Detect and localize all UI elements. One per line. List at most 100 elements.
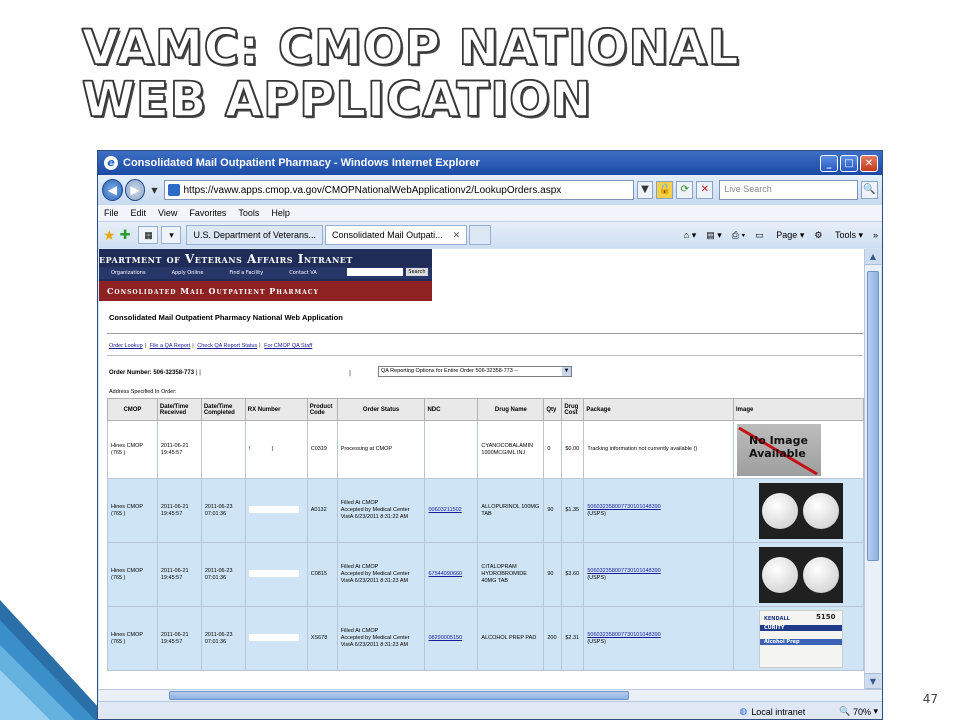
va-link-organizations[interactable]: Organizations bbox=[111, 270, 146, 276]
zoom-level[interactable]: 70% bbox=[853, 707, 871, 717]
va-search-button[interactable]: Search bbox=[406, 268, 428, 276]
hscroll-thumb[interactable] bbox=[169, 691, 629, 700]
cell-completed: 2011-06-23 07:01:36 bbox=[200, 478, 246, 543]
cell-qty: 90 bbox=[543, 478, 563, 543]
menu-view[interactable]: View bbox=[158, 208, 177, 218]
address-dropdown-icon[interactable]: ▼ bbox=[636, 181, 654, 199]
close-button[interactable]: ✕ bbox=[860, 154, 878, 172]
package-tracking-link[interactable]: 506032358007730101048390 bbox=[587, 504, 660, 510]
cell-package: 506032358007730101048390 (USPS) bbox=[583, 542, 734, 607]
tools-menu-button[interactable]: ⚙ Tools ▾ bbox=[814, 230, 863, 241]
va-link-apply-online[interactable]: Apply Online bbox=[172, 270, 204, 276]
cell-cost: $3.60 bbox=[561, 542, 585, 607]
new-tab-button[interactable] bbox=[469, 225, 492, 245]
vertical-scrollbar[interactable]: ▲ ▼ bbox=[864, 249, 881, 689]
cell-package: 506032358007730101048390 (USPS) bbox=[583, 606, 734, 671]
search-icon[interactable]: 🔍 bbox=[861, 181, 879, 199]
qa-options-value: QA Reporting Options for Entire Order 50… bbox=[381, 368, 518, 374]
tab-va[interactable]: U.S. Department of Veterans... bbox=[186, 225, 324, 245]
url-field[interactable]: https://vaww.apps.cmop.va.gov/CMOPNation… bbox=[163, 180, 634, 200]
col-rx-number: RX Number bbox=[244, 398, 308, 421]
tab-list-icon[interactable]: ▾ bbox=[161, 226, 182, 244]
forward-button[interactable]: ▶ bbox=[124, 179, 146, 201]
divider bbox=[107, 355, 863, 356]
link-cmop-qa-staff[interactable]: For CMOP QA Staff bbox=[264, 343, 312, 349]
scroll-thumb[interactable] bbox=[867, 271, 879, 561]
cell-ndc: 08290005150 bbox=[424, 606, 479, 671]
menu-file[interactable]: File bbox=[104, 208, 119, 218]
ndc-link[interactable]: 00603211502 bbox=[428, 507, 461, 513]
table-row: Hines CMOP (765 ) 2011-06-21 19:45:57 20… bbox=[107, 478, 864, 543]
link-file-qa-report[interactable]: File a QA Report bbox=[150, 343, 191, 349]
chevron-right-icon[interactable]: » bbox=[873, 230, 878, 240]
cell-image bbox=[733, 542, 864, 607]
order-number-label: Order Number: 506-32358-773 bbox=[109, 370, 195, 376]
cell-drug: CYANOCOBALAMIN 1000MCG/ML INJ bbox=[477, 420, 545, 479]
chevron-down-icon[interactable]: ▼ bbox=[562, 367, 571, 376]
minimize-button[interactable]: _ bbox=[820, 154, 838, 172]
lock-icon[interactable]: 🔒 bbox=[656, 181, 674, 199]
slide-decoration bbox=[0, 600, 110, 720]
col-received: Date/Time Received bbox=[156, 398, 202, 421]
close-tab-icon[interactable]: ✕ bbox=[453, 230, 461, 241]
qa-options-select[interactable]: QA Reporting Options for Entire Order 50… bbox=[378, 366, 572, 377]
slide-title-line2: WEB APPLICATION bbox=[81, 72, 593, 128]
menu-help[interactable]: Help bbox=[271, 208, 290, 218]
separator: | bbox=[349, 370, 352, 377]
rx-redacted bbox=[248, 505, 299, 513]
table-row: Hines CMOP (765 ) 2011-06-21 19:45:57 ! … bbox=[107, 420, 864, 479]
no-image-placeholder: No Image Available bbox=[737, 423, 821, 476]
col-order-status: Order Status bbox=[336, 398, 426, 421]
tab-cmop[interactable]: Consolidated Mail Outpati... ✕ bbox=[325, 225, 468, 245]
cell-received: 2011-06-21 19:45:57 bbox=[156, 542, 202, 607]
window-titlebar: e Consolidated Mail Outpatient Pharmacy … bbox=[98, 151, 882, 175]
favorites-star-icon[interactable]: ★ bbox=[103, 227, 116, 244]
va-banner: epartment of Veterans Affairs Intranet O… bbox=[99, 249, 432, 301]
ndc-link[interactable]: 67544090660 bbox=[428, 571, 462, 577]
history-dropdown-icon[interactable]: ▼ bbox=[151, 186, 157, 195]
tab-va-label: U.S. Department of Veterans... bbox=[193, 230, 317, 240]
scroll-up-icon[interactable]: ▲ bbox=[865, 249, 881, 265]
va-search-input[interactable] bbox=[347, 268, 403, 276]
ie-icon: e bbox=[104, 156, 118, 170]
horizontal-scrollbar[interactable] bbox=[99, 689, 882, 701]
feeds-icon[interactable]: ▤ ▾ bbox=[706, 230, 722, 241]
print-icon[interactable]: ⎙ ▾ bbox=[732, 230, 745, 241]
carrier: (USPS) bbox=[587, 638, 606, 645]
table-row: Hines CMOP (765 ) 2011-06-21 19:45:57 20… bbox=[107, 606, 864, 671]
back-button[interactable]: ◀ bbox=[102, 179, 123, 201]
page-menu-button[interactable]: ▭ Page ▾ bbox=[755, 230, 804, 241]
link-order-lookup[interactable]: Order Lookup bbox=[109, 343, 143, 349]
zoom-dropdown-icon[interactable]: ▾ bbox=[871, 706, 878, 717]
maximize-button[interactable]: □ bbox=[840, 154, 858, 172]
package-tracking-link[interactable]: 506032358007730101048390 bbox=[587, 632, 660, 638]
scroll-down-icon[interactable]: ▼ bbox=[865, 673, 881, 689]
cell-image: KENDALL CURITY Alcohol Prep 5150 bbox=[733, 606, 864, 671]
add-favorite-icon[interactable]: ✚ bbox=[120, 227, 131, 243]
quick-tabs-icon[interactable]: ▦ bbox=[138, 226, 159, 244]
va-link-find-facility[interactable]: Find a Facility bbox=[229, 270, 263, 276]
link-check-qa-status[interactable]: Check QA Report Status bbox=[197, 343, 257, 349]
refresh-button[interactable]: ⟳ bbox=[676, 181, 694, 199]
ndc-link[interactable]: 08290005150 bbox=[428, 635, 462, 641]
zoom-icon[interactable]: 🔍 bbox=[839, 706, 853, 717]
home-icon[interactable]: ⌂ ▾ bbox=[684, 230, 696, 241]
label-line-2: CURITY bbox=[764, 624, 785, 631]
search-input[interactable]: Live Search bbox=[719, 180, 859, 200]
browser-window: e Consolidated Mail Outpatient Pharmacy … bbox=[97, 150, 883, 720]
tab-cmop-label: Consolidated Mail Outpati... bbox=[332, 230, 443, 240]
menu-edit[interactable]: Edit bbox=[131, 208, 147, 218]
cell-status: Filled At CMOP Accepted by Medical Cente… bbox=[336, 542, 426, 607]
menu-tools[interactable]: Tools bbox=[238, 208, 259, 218]
pill bbox=[803, 492, 839, 529]
cell-rx bbox=[244, 478, 308, 543]
cell-cost: $0.00 bbox=[561, 420, 585, 479]
page-heading: Consolidated Mail Outpatient Pharmacy Na… bbox=[109, 313, 343, 322]
va-link-contact[interactable]: Contact VA bbox=[289, 270, 317, 276]
package-tracking-link[interactable]: 506032358007730101048390 bbox=[587, 568, 660, 574]
slide: VAMC: CMOP NATIONAL WEB APPLICATION e Co… bbox=[0, 0, 960, 720]
stop-button[interactable]: ✕ bbox=[696, 181, 714, 199]
favorites-bar: ★ ✚ ▦ ▾ U.S. Department of Veterans... C… bbox=[98, 222, 882, 248]
menu-favorites[interactable]: Favorites bbox=[189, 208, 226, 218]
orders-table: CMOP Date/Time Received Date/Time Comple… bbox=[107, 398, 864, 671]
